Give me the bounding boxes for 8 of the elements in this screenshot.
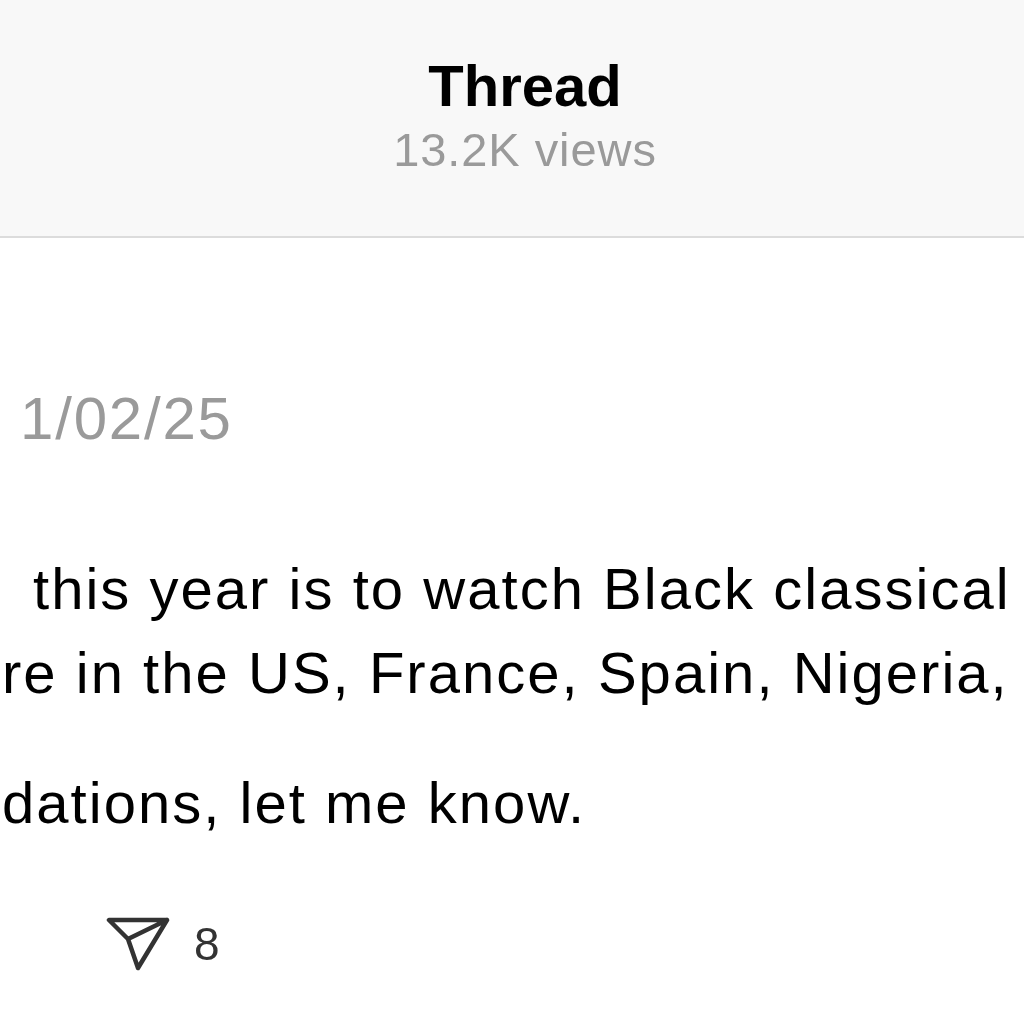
post-date: 1/02/25 [20, 384, 233, 454]
header-title: Thread [428, 52, 622, 120]
share-button[interactable]: 8 [106, 917, 220, 971]
post-text-line: dations, let me know. [2, 769, 587, 837]
send-icon [106, 917, 170, 971]
post-text-line: this year is to watch Black classical [33, 555, 1011, 623]
post-text-line: re in the US, France, Spain, Nigeria, [2, 639, 1009, 707]
views-count: 13.2K views [393, 122, 657, 178]
